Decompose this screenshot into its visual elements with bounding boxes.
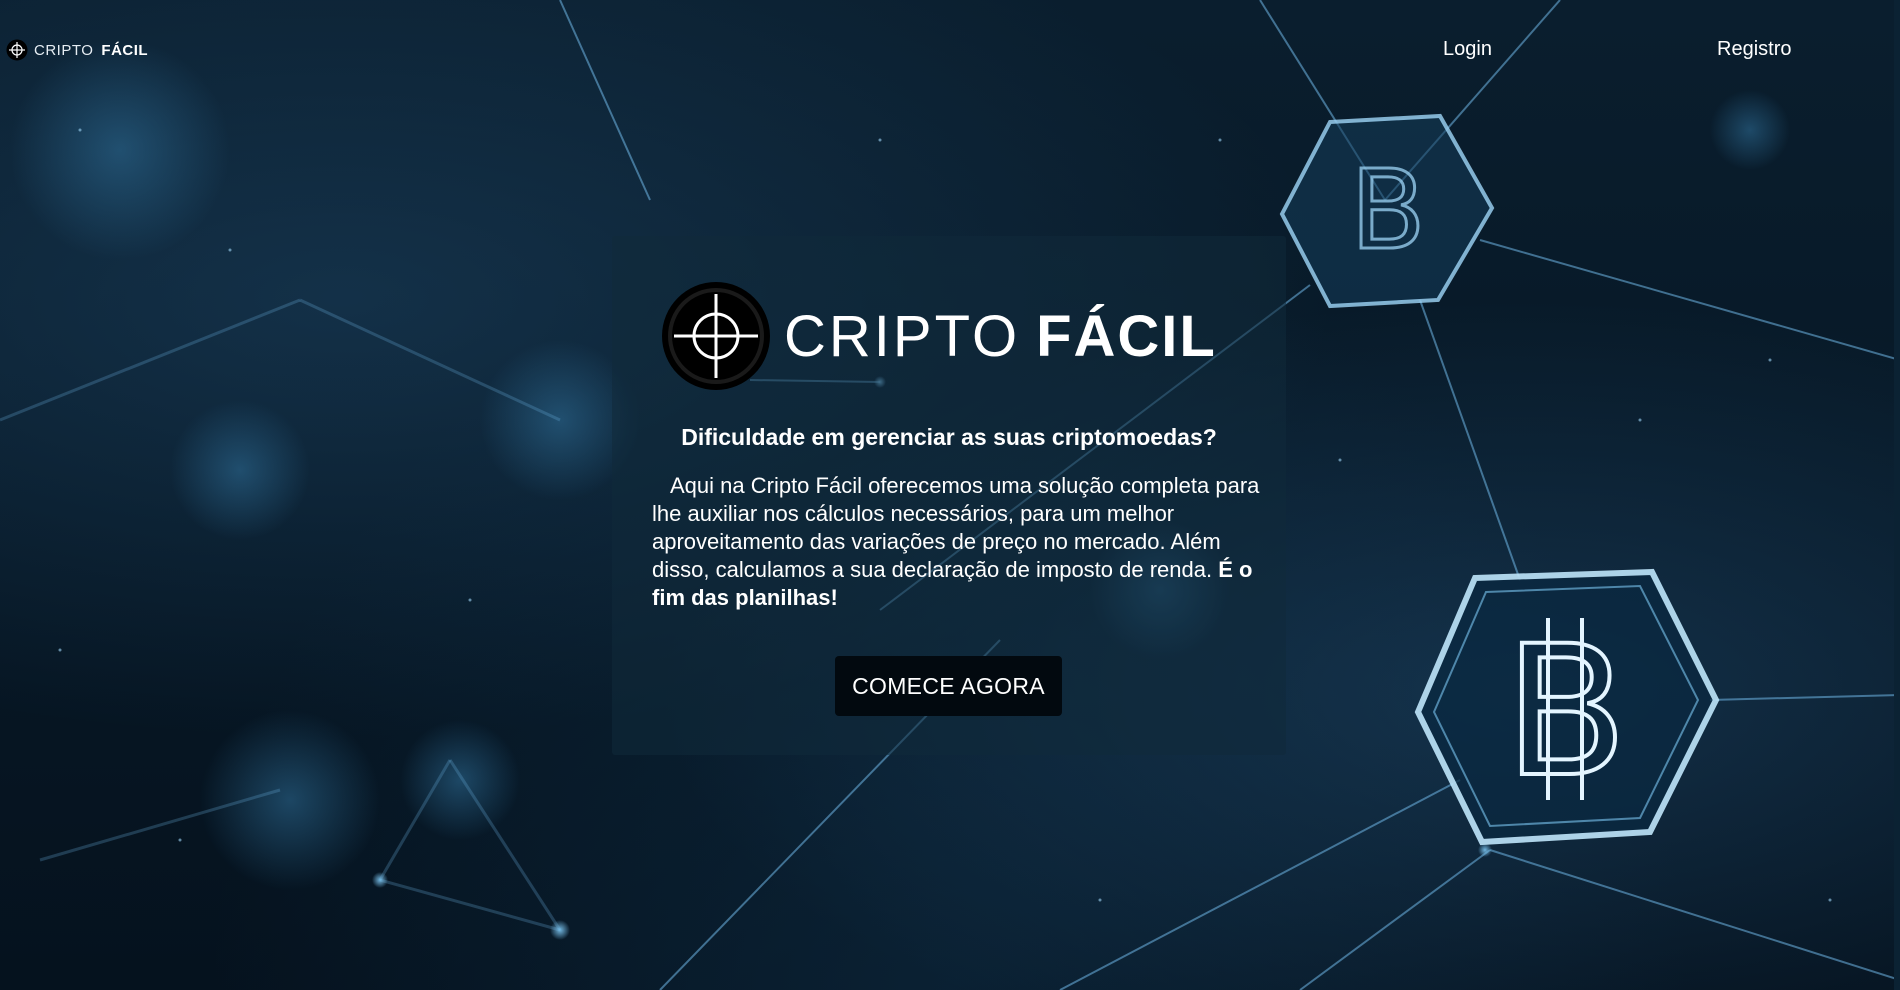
- svg-text:B: B: [1350, 146, 1425, 274]
- hero-logo-light-text: CRIPTO: [784, 303, 1021, 369]
- hero-heading: Dificuldade em gerenciar as suas criptom…: [681, 424, 1217, 450]
- hero-description-text: Aqui na Cripto Fácil oferecemos uma solu…: [652, 473, 1260, 582]
- start-now-button[interactable]: COMECE AGORA: [835, 656, 1062, 716]
- top-navbar: CRIPTO FÁCIL Login Registro: [0, 0, 1900, 100]
- brand-name-light: CRIPTO: [34, 41, 94, 59]
- brand-logo-link[interactable]: CRIPTO FÁCIL: [6, 39, 148, 61]
- hero-description: Aqui na Cripto Fácil oferecemos uma solu…: [652, 472, 1262, 612]
- hero-logo-bold-text: FÁCIL: [1036, 303, 1217, 369]
- svg-text:B: B: [1504, 608, 1628, 817]
- hero-card: CRIPTO FÁCIL Dificuldade em gerenciar as…: [612, 236, 1286, 755]
- landing-page: B B CRIPTO FÁCIL Login Registro CRIPTO F…: [0, 0, 1900, 990]
- login-link[interactable]: Login: [1443, 38, 1492, 61]
- crosshair-target-icon: [6, 39, 28, 61]
- register-link[interactable]: Registro: [1717, 38, 1791, 61]
- page-scrollbar[interactable]: [1894, 0, 1900, 990]
- hero-logo: CRIPTO FÁCIL: [660, 280, 1217, 392]
- brand-name-bold: FÁCIL: [101, 41, 149, 59]
- crosshair-target-icon: [662, 282, 770, 390]
- bitcoin-hexagon-icon: B: [1279, 113, 1495, 309]
- bitcoin-hexagon-icon: B: [1414, 568, 1720, 846]
